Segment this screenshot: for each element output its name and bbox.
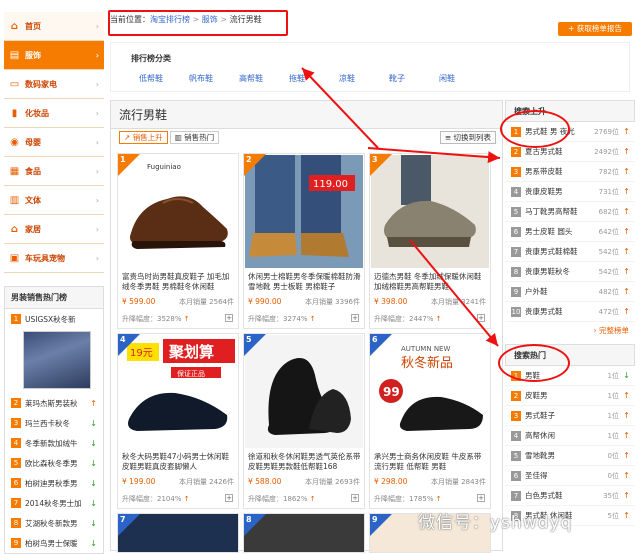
watermark: 微信号：yshwdyq	[418, 513, 573, 533]
annotation-arrows	[301, 67, 501, 347]
